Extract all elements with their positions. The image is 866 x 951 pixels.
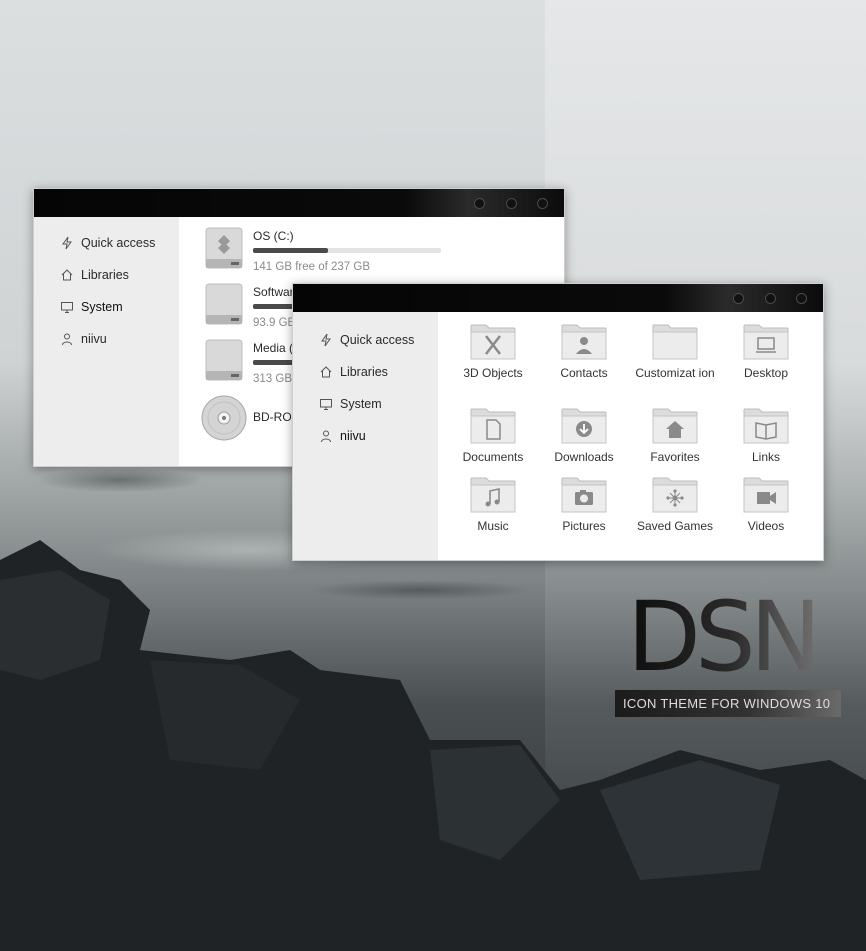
folder-label: Desktop — [743, 366, 789, 380]
maximize-button[interactable] — [506, 198, 517, 209]
contacts-icon — [561, 324, 607, 360]
folder-item-pictures[interactable]: Pictures — [543, 477, 625, 534]
windows-drive-icon — [205, 227, 243, 269]
monitor-icon — [61, 302, 73, 313]
drive-free-space: 141 GB free of 237 GB — [253, 261, 370, 273]
folder-label: Documents — [462, 450, 524, 464]
disc-icon — [201, 395, 247, 441]
dsn-logo: DSN — [627, 581, 822, 693]
drive-name: OS (C:) — [253, 229, 294, 243]
explorer-window-folders: Quick access Libraries System niivu 3D O… — [292, 283, 824, 561]
folder-label: 3D Objects — [463, 366, 523, 380]
folder-label: Downloads — [554, 450, 614, 464]
documents-icon — [470, 408, 516, 444]
customization-icon — [652, 324, 698, 360]
folder-label: Customizat ion — [635, 366, 715, 380]
user-icon — [321, 430, 331, 443]
nav-item-system[interactable]: System — [293, 388, 438, 420]
folder-label: Pictures — [562, 519, 606, 533]
title-bar[interactable] — [293, 284, 823, 312]
folder-item-contacts[interactable]: Contacts — [543, 324, 625, 381]
navigation-pane: Quick access Libraries System niivu — [293, 312, 438, 560]
folder-label: Music — [477, 519, 509, 533]
folder-item-3d-objects[interactable]: 3D Objects — [452, 324, 534, 381]
nav-item-label: niivu — [340, 429, 366, 443]
close-button[interactable] — [796, 293, 807, 304]
folder-label: Links — [751, 450, 780, 464]
music-icon — [470, 477, 516, 513]
nav-item-system[interactable]: System — [34, 291, 179, 323]
folder-item-favorites[interactable]: Favorites — [634, 408, 716, 465]
nav-item-libraries[interactable]: Libraries — [34, 259, 179, 291]
folder-item-customization[interactable]: Customizat ion — [634, 324, 716, 381]
desktop-icon — [743, 324, 789, 360]
nav-item-label: System — [81, 300, 123, 314]
nav-item-quick-access[interactable]: Quick access — [34, 227, 179, 259]
folder-item-desktop[interactable]: Desktop — [725, 324, 807, 381]
folder-item-documents[interactable]: Documents — [452, 408, 534, 465]
nav-item-label: Libraries — [81, 268, 129, 282]
nav-item-quick-access[interactable]: Quick access — [293, 324, 438, 356]
title-bar[interactable] — [34, 189, 564, 217]
videos-icon — [743, 477, 789, 513]
navigation-pane: Quick access Libraries System niivu — [34, 217, 179, 466]
folder-label: Favorites — [650, 450, 700, 464]
home-icon — [320, 366, 332, 378]
nav-item-user[interactable]: niivu — [293, 420, 438, 452]
nav-item-label: Quick access — [81, 236, 156, 250]
close-button[interactable] — [537, 198, 548, 209]
hard-drive-icon — [205, 283, 243, 325]
downloads-icon — [561, 408, 607, 444]
monitor-icon — [320, 399, 332, 410]
folders-pane: 3D Objects Contacts Customizat ion Deskt… — [438, 312, 823, 560]
folder-label: Contacts — [560, 366, 608, 380]
user-icon — [62, 333, 72, 346]
folder-item-downloads[interactable]: Downloads — [543, 408, 625, 465]
drive-item[interactable]: BD-RON — [201, 395, 300, 441]
favorites-icon — [652, 408, 698, 444]
theme-tagline: ICON THEME FOR WINDOWS 10 — [615, 690, 841, 717]
minimize-button[interactable] — [733, 293, 744, 304]
minimize-button[interactable] — [474, 198, 485, 209]
drive-item[interactable]: OS (C:) 141 GB free of 237 GB — [205, 227, 441, 273]
3d-objects-icon — [470, 324, 516, 360]
lightning-icon — [321, 333, 331, 347]
hard-drive-icon — [205, 339, 243, 381]
maximize-button[interactable] — [765, 293, 776, 304]
links-icon — [743, 408, 789, 444]
nav-item-label: niivu — [81, 332, 107, 346]
pictures-icon — [561, 477, 607, 513]
nav-item-libraries[interactable]: Libraries — [293, 356, 438, 388]
folder-label: Saved Games — [636, 519, 714, 533]
folder-label: Videos — [747, 519, 785, 533]
nav-item-label: System — [340, 397, 382, 411]
lightning-icon — [62, 236, 72, 250]
saved-games-icon — [652, 477, 698, 513]
folder-item-videos[interactable]: Videos — [725, 477, 807, 534]
folder-item-music[interactable]: Music — [452, 477, 534, 534]
nav-item-label: Libraries — [340, 365, 388, 379]
nav-item-label: Quick access — [340, 333, 415, 347]
drive-usage-bar — [253, 248, 441, 253]
nav-item-user[interactable]: niivu — [34, 323, 179, 355]
folder-item-links[interactable]: Links — [725, 408, 807, 465]
folder-item-saved-games[interactable]: Saved Games — [634, 477, 716, 534]
home-icon — [61, 269, 73, 281]
